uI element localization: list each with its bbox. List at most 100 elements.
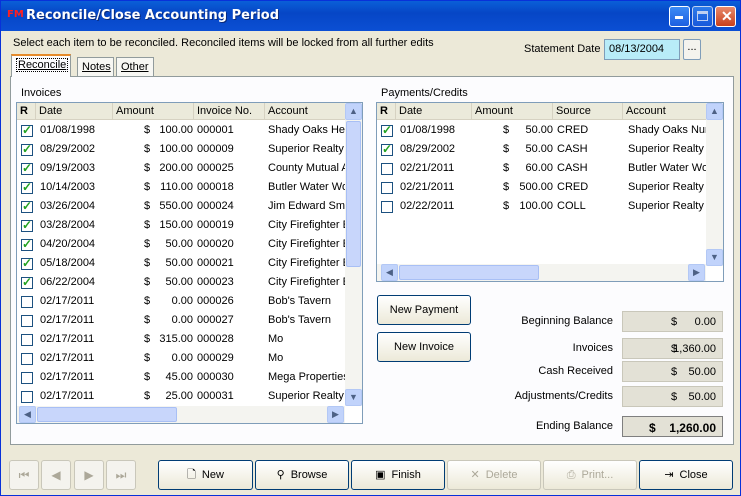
new-invoice-button[interactable]: New Invoice <box>377 332 471 362</box>
table-row[interactable]: 06/22/2004 $50.00 000023 City Firefighter E <box>17 273 345 292</box>
scroll-left-icon[interactable]: ◀ <box>381 264 398 281</box>
reconcile-checkbox[interactable] <box>21 256 33 270</box>
reconcile-checkbox[interactable] <box>21 218 33 232</box>
scroll-down-icon[interactable]: ▼ <box>706 249 723 266</box>
scroll-down-icon[interactable]: ▼ <box>345 389 362 406</box>
new-payment-button[interactable]: New Payment <box>377 295 471 325</box>
first-record-button[interactable]: ⏮ <box>9 460 39 490</box>
next-record-button[interactable]: ▶ <box>74 460 104 490</box>
invoices-col-date[interactable]: Date <box>36 103 113 120</box>
reconcile-checkbox[interactable] <box>21 334 33 346</box>
print-button[interactable]: ⎙ Print... <box>543 460 637 490</box>
table-row[interactable]: 10/14/2003 $110.00 000018 Butler Water Wo <box>17 178 345 197</box>
row-date: 02/17/2011 <box>40 333 95 345</box>
reconcile-checkbox[interactable] <box>21 161 33 175</box>
payments-header: R Date Amount Source Account <box>377 103 707 120</box>
payments-col-date[interactable]: Date <box>396 103 472 120</box>
close-button[interactable]: ⇥ Close <box>639 460 733 490</box>
row-amount: 500.00 <box>519 181 553 193</box>
row-source: CASH <box>557 162 588 174</box>
table-row[interactable]: 02/17/2011 $315.00 000028 Mo <box>17 330 345 349</box>
delete-button[interactable]: ✕ Delete <box>447 460 541 490</box>
table-row[interactable]: 02/17/2011 $0.00 000029 Mo <box>17 349 345 368</box>
scroll-right-icon[interactable]: ▶ <box>327 406 344 423</box>
reconcile-checkbox[interactable] <box>381 123 393 137</box>
table-row[interactable]: 03/28/2004 $150.00 000019 City Firefighter … <box>17 216 345 235</box>
row-currency: $ <box>144 200 151 212</box>
minimize-button[interactable] <box>669 6 690 27</box>
previous-record-button[interactable]: ◀ <box>41 460 71 490</box>
payments-col-amount[interactable]: Amount <box>472 103 553 120</box>
invoices-hscroll-thumb[interactable] <box>37 407 177 422</box>
payments-grid[interactable]: R Date Amount Source Account 01/08/1998 $… <box>376 102 724 282</box>
statement-date-input[interactable]: 08/13/2004 <box>604 39 680 60</box>
table-row[interactable]: 02/17/2011 $45.00 000030 Mega Properties <box>17 368 345 387</box>
title-bar[interactable]: FM Reconcile/Close Accounting Period ✕ <box>1 1 740 31</box>
reconcile-checkbox[interactable] <box>381 142 393 156</box>
table-row[interactable]: 02/21/2011 $500.00 CRED Superior Realty I <box>377 178 706 197</box>
invoices-col-invoice-no[interactable]: Invoice No. <box>194 103 265 120</box>
reconcile-checkbox[interactable] <box>21 353 33 365</box>
table-row[interactable]: 03/26/2004 $550.00 000024 Jim Edward Smit <box>17 197 345 216</box>
invoices-col-amount[interactable]: Amount <box>113 103 194 120</box>
table-row[interactable]: 02/17/2011 $25.00 000031 Superior Realty I <box>17 387 345 406</box>
tab-notes[interactable]: Notes <box>77 57 114 77</box>
table-row[interactable]: 01/08/1998 $100.00 000001 Shady Oaks Hea <box>17 121 345 140</box>
table-row[interactable]: 08/29/2002 $50.00 CASH Superior Realty I <box>377 140 706 159</box>
ending-balance-currency: $ <box>649 421 656 435</box>
table-row[interactable]: 01/08/1998 $50.00 CRED Shady Oaks Nur <box>377 121 706 140</box>
table-row[interactable]: 04/20/2004 $50.00 000020 City Firefighter E <box>17 235 345 254</box>
scroll-right-icon[interactable]: ▶ <box>688 264 705 281</box>
close-window-button[interactable]: ✕ <box>715 6 736 27</box>
reconcile-checkbox[interactable] <box>21 142 33 156</box>
row-account: Butler Water Wo <box>628 162 706 174</box>
reconcile-checkbox[interactable] <box>21 391 33 403</box>
table-row[interactable]: 02/17/2011 $0.00 000027 Bob's Tavern <box>17 311 345 330</box>
reconcile-checkbox[interactable] <box>381 182 393 194</box>
invoices-vscroll-thumb[interactable] <box>346 121 361 267</box>
reconcile-checkbox[interactable] <box>21 296 33 308</box>
payments-hscroll[interactable]: ◀ ▶ <box>377 264 706 281</box>
reconcile-checkbox[interactable] <box>21 315 33 327</box>
scroll-left-icon[interactable]: ◀ <box>19 406 36 423</box>
invoices-grid[interactable]: R Date Amount Invoice No. Account 01/08/… <box>16 102 363 424</box>
row-invoice-no: 000031 <box>197 390 234 402</box>
table-row[interactable]: 05/18/2004 $50.00 000021 City Firefighter E <box>17 254 345 273</box>
table-row[interactable]: 09/19/2003 $200.00 000025 County Mutual A <box>17 159 345 178</box>
table-row[interactable]: 02/21/2011 $60.00 CASH Butler Water Wo <box>377 159 706 178</box>
scroll-up-icon[interactable]: ▲ <box>345 103 362 120</box>
reconcile-checkbox[interactable] <box>21 372 33 384</box>
last-record-button[interactable]: ⏭ <box>106 460 136 490</box>
reconcile-checkbox[interactable] <box>21 123 33 137</box>
tab-other[interactable]: Other <box>116 57 154 77</box>
payments-hscroll-thumb[interactable] <box>399 265 539 280</box>
save-icon: ▣ <box>375 469 386 481</box>
new-button[interactable]: 🗋 New <box>158 460 253 490</box>
reconcile-checkbox[interactable] <box>21 180 33 194</box>
payments-vscroll[interactable]: ▲ ▼ <box>706 103 723 266</box>
table-row[interactable]: 02/17/2011 $0.00 000026 Bob's Tavern <box>17 292 345 311</box>
reconcile-checkbox[interactable] <box>381 201 393 213</box>
reconcile-checkbox[interactable] <box>21 275 33 289</box>
statement-date-picker-button[interactable]: ... <box>683 39 701 60</box>
reconcile-checkbox[interactable] <box>381 163 393 175</box>
invoices-col-account[interactable]: Account <box>265 103 347 120</box>
table-row[interactable]: 08/29/2002 $100.00 000009 Superior Realty I <box>17 140 345 159</box>
payments-col-r[interactable]: R <box>377 103 396 120</box>
invoices-hscroll[interactable]: ◀ ▶ <box>17 406 345 423</box>
invoices-vscroll[interactable]: ▲ ▼ <box>345 103 362 406</box>
maximize-button[interactable] <box>692 6 713 27</box>
payments-col-source[interactable]: Source <box>553 103 623 120</box>
reconcile-checkbox[interactable] <box>21 237 33 251</box>
finish-button[interactable]: ▣ Finish <box>351 460 445 490</box>
table-row[interactable]: 02/22/2011 $100.00 COLL Superior Realty I <box>377 197 706 216</box>
scroll-up-icon[interactable]: ▲ <box>706 103 723 120</box>
reconcile-checkbox[interactable] <box>21 199 33 213</box>
browse-button[interactable]: ⚲ Browse <box>255 460 349 490</box>
invoices-col-r[interactable]: R <box>17 103 36 120</box>
summary-amount: 1,360.00 <box>673 343 716 355</box>
last-icon: ⏭ <box>115 468 127 482</box>
tab-reconcile[interactable]: Reconcile <box>11 54 71 77</box>
reconcile-window: FM Reconcile/Close Accounting Period ✕ S… <box>0 0 741 496</box>
payments-col-account[interactable]: Account <box>623 103 707 120</box>
